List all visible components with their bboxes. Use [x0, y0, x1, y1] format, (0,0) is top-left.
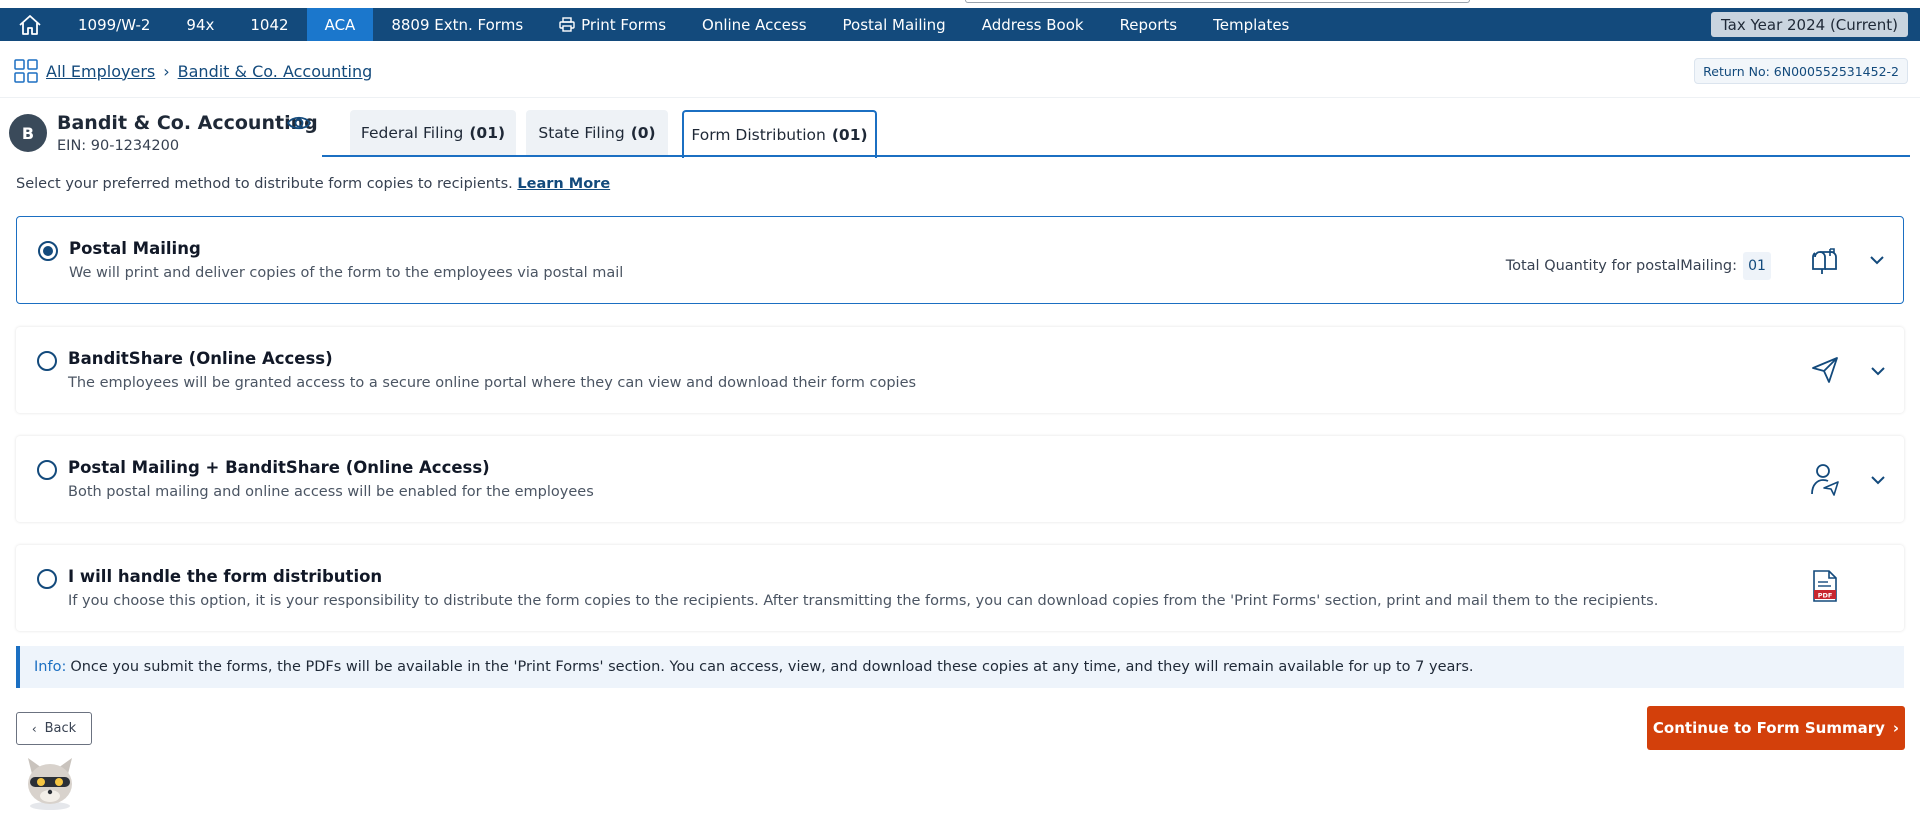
radio-self-distribution[interactable]: [37, 569, 57, 589]
nav-item-1042[interactable]: 1042: [232, 8, 306, 41]
tab-count: (01): [831, 126, 868, 144]
divider: [0, 97, 1920, 98]
nav-item-label: Print Forms: [581, 15, 667, 34]
intro-text: Select your preferred method to distribu…: [16, 176, 610, 192]
info-banner: Info: Once you submit the forms, the PDF…: [16, 646, 1904, 688]
return-number: Return No: 6N000552531452-2: [1694, 58, 1908, 84]
mascot-avatar[interactable]: [20, 752, 80, 812]
tab-state-filing[interactable]: State Filing (0): [526, 110, 668, 155]
option-title: Postal Mailing: [69, 239, 201, 258]
chevron-down-icon[interactable]: [1870, 471, 1886, 490]
nav-item-94x[interactable]: 94x: [168, 8, 232, 41]
tab-label: Federal Filing: [360, 123, 464, 142]
user-send-icon: [1810, 462, 1840, 500]
nav-item-8809-extn-forms[interactable]: 8809 Extn. Forms: [373, 8, 541, 41]
employer-name: Bandit & Co. Accounting: [57, 112, 318, 134]
tax-year-selector[interactable]: Tax Year 2024 (Current): [1710, 12, 1908, 37]
breadcrumb-all-employers[interactable]: All Employers: [46, 62, 155, 81]
quantity-badge: 01: [1743, 252, 1771, 280]
chevron-right-icon: ›: [163, 61, 170, 81]
nav-item-templates[interactable]: Templates: [1195, 8, 1307, 41]
tab-form-distribution[interactable]: Form Distribution (01): [682, 110, 877, 158]
grid-icon[interactable]: [14, 59, 38, 83]
option-title: Postal Mailing + BanditShare (Online Acc…: [68, 458, 490, 477]
option-description: If you choose this option, it is your re…: [68, 593, 1659, 609]
nav-item-online-access[interactable]: Online Access: [684, 8, 825, 41]
radio-postal-plus-banditshare[interactable]: [37, 460, 57, 480]
send-icon: [1810, 355, 1840, 389]
chevron-down-icon[interactable]: [1869, 251, 1885, 270]
chevron-down-icon[interactable]: [1870, 362, 1886, 381]
radio-banditshare[interactable]: [37, 351, 57, 371]
intro-label: Select your preferred method to distribu…: [16, 176, 513, 192]
nav-item-postal-mailing[interactable]: Postal Mailing: [825, 8, 964, 41]
nav-item-print-forms[interactable]: Print Forms: [541, 8, 684, 41]
avatar: B: [9, 114, 47, 152]
radio-postal-mailing[interactable]: [38, 241, 58, 261]
tab-label: Form Distribution: [691, 126, 826, 144]
option-description: Both postal mailing and online access wi…: [68, 484, 594, 500]
info-text: Once you submit the forms, the PDFs will…: [70, 659, 1474, 675]
nav-item-reports[interactable]: Reports: [1102, 8, 1196, 41]
quantity-label: Total Quantity for postalMailing:: [1505, 258, 1737, 274]
tab-label: State Filing: [538, 123, 625, 142]
nav-item-1099-w2[interactable]: 1099/W-2: [60, 8, 168, 41]
chevron-left-icon: ‹: [31, 721, 37, 736]
tab-federal-filing[interactable]: Federal Filing (01): [350, 110, 516, 155]
printer-icon: [559, 17, 575, 32]
option-title: BanditShare (Online Access): [68, 349, 333, 368]
chevron-right-icon: ›: [1892, 719, 1900, 737]
nav-item-address-book[interactable]: Address Book: [964, 8, 1102, 41]
nav-item-aca[interactable]: ACA: [306, 8, 374, 41]
svg-text:PDF: PDF: [1818, 592, 1833, 600]
top-nav: 1099/W-2 94x 1042 ACA 8809 Extn. Forms P…: [0, 8, 1920, 41]
tab-underline: [322, 155, 1910, 157]
option-postal-plus-banditshare[interactable]: Postal Mailing + BanditShare (Online Acc…: [16, 436, 1904, 522]
back-label: Back: [44, 721, 77, 736]
search-bar-edge: [965, 0, 1470, 3]
tab-count: (0): [630, 123, 656, 142]
option-postal-mailing[interactable]: Postal Mailing We will print and deliver…: [16, 216, 1904, 304]
option-description: We will print and deliver copies of the …: [69, 265, 624, 281]
breadcrumb: All Employers › Bandit & Co. Accounting: [14, 58, 372, 84]
option-description: The employees will be granted access to …: [68, 375, 917, 391]
tab-count: (01): [469, 123, 506, 142]
breadcrumb-employer[interactable]: Bandit & Co. Accounting: [178, 62, 373, 81]
total-quantity: Total Quantity for postalMailing: 01: [1506, 252, 1771, 280]
continue-button[interactable]: Continue to Form Summary ›: [1647, 706, 1905, 750]
pdf-icon: PDF: [1812, 569, 1838, 607]
option-banditshare[interactable]: BanditShare (Online Access) The employee…: [16, 327, 1904, 413]
learn-more-link[interactable]: Learn More: [517, 176, 610, 192]
option-self-distribution[interactable]: I will handle the form distribution If y…: [16, 545, 1904, 631]
employer-ein: EIN: 90-1234200: [57, 138, 180, 154]
eye-icon[interactable]: [286, 114, 312, 136]
mailbox-icon: [1809, 245, 1839, 279]
continue-label: Continue to Form Summary: [1652, 719, 1885, 737]
info-label: Info:: [34, 659, 67, 675]
option-title: I will handle the form distribution: [68, 567, 383, 586]
home-icon[interactable]: [0, 8, 60, 41]
back-button[interactable]: ‹ Back: [16, 712, 92, 745]
